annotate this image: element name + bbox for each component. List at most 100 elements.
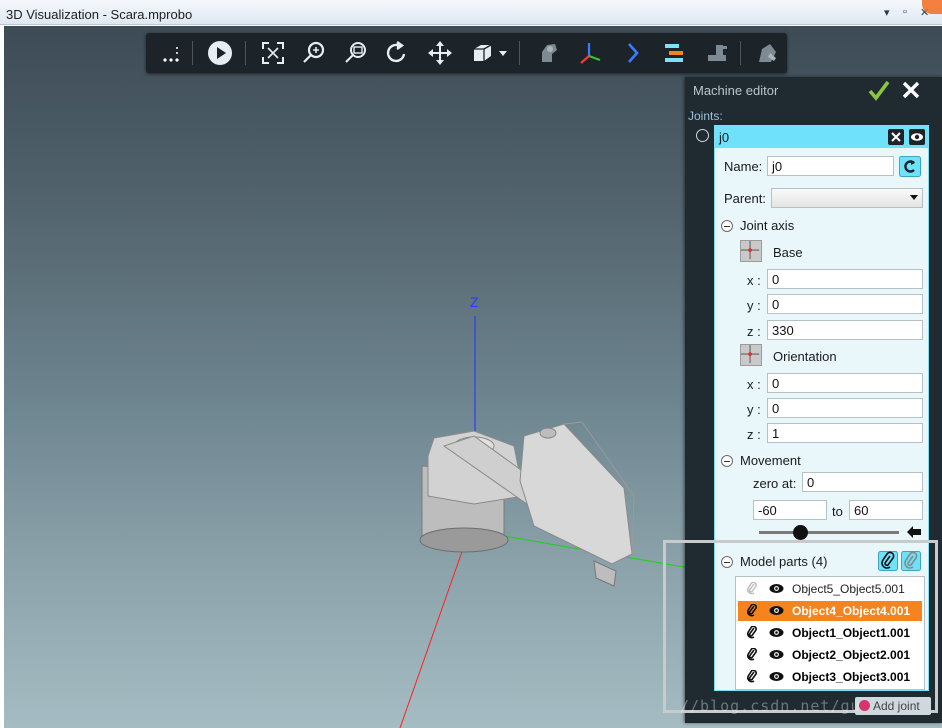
parent-dropdown[interactable] bbox=[771, 188, 923, 208]
part-row[interactable]: Object5_Object5.001 bbox=[738, 579, 922, 599]
toolbar-separator bbox=[519, 41, 520, 65]
toolbar-separator bbox=[245, 41, 246, 65]
joint-header-name: j0 bbox=[719, 130, 730, 145]
delete-joint-icon[interactable] bbox=[888, 129, 904, 145]
part-row[interactable]: Object1_Object1.001 bbox=[738, 623, 922, 643]
more-icon[interactable] bbox=[156, 38, 186, 68]
joint-header[interactable]: j0 bbox=[715, 126, 928, 148]
part-icon[interactable] bbox=[752, 38, 782, 68]
eye-icon[interactable] bbox=[769, 605, 784, 616]
add-icon bbox=[859, 700, 870, 711]
minimize-button[interactable]: ▾ bbox=[884, 6, 890, 19]
joints-label: Joints: bbox=[688, 109, 723, 123]
scara-robot-model bbox=[419, 421, 635, 587]
z-axis-label: Z bbox=[470, 294, 479, 310]
base-target-icon[interactable] bbox=[740, 240, 762, 262]
movement-label: Movement bbox=[740, 453, 801, 468]
add-joint-label: Add joint bbox=[873, 699, 920, 713]
base-label: Base bbox=[773, 245, 803, 260]
base-z-field[interactable]: 330 bbox=[767, 320, 923, 340]
robot-icon[interactable] bbox=[534, 38, 564, 68]
timeline-icon[interactable] bbox=[659, 38, 689, 68]
joint-axis-label: Joint axis bbox=[740, 218, 795, 233]
toolbar bbox=[146, 33, 787, 73]
collapse-model-parts-icon[interactable] bbox=[721, 556, 733, 568]
paperclip-icon[interactable] bbox=[746, 626, 759, 639]
range-min-field[interactable]: -60 bbox=[753, 500, 827, 520]
joint-slider-thumb[interactable] bbox=[792, 525, 808, 540]
parent-label: Parent: bbox=[724, 191, 766, 206]
zoom-icon[interactable] bbox=[299, 38, 329, 68]
arrow-left-icon[interactable] bbox=[907, 526, 921, 538]
paperclip-icon[interactable] bbox=[746, 582, 759, 595]
orientation-x-label: x : bbox=[747, 377, 761, 392]
frame-axes-icon[interactable] bbox=[575, 38, 605, 68]
orientation-z-field[interactable]: 1 bbox=[767, 423, 923, 443]
part-name: Object3_Object3.001 bbox=[792, 670, 911, 684]
part-row[interactable]: Object3_Object3.001 bbox=[738, 667, 922, 687]
reset-name-icon[interactable] bbox=[899, 156, 921, 177]
orientation-z-label: z : bbox=[747, 427, 761, 442]
zero-at-label: zero at: bbox=[753, 476, 797, 491]
orientation-label: Orientation bbox=[773, 349, 837, 364]
eye-icon[interactable] bbox=[769, 627, 784, 638]
view-cube-icon[interactable] bbox=[467, 38, 497, 68]
attach-all-icon[interactable] bbox=[878, 551, 898, 571]
eye-icon[interactable] bbox=[769, 671, 784, 682]
orientation-x-field[interactable]: 0 bbox=[767, 373, 923, 393]
close-editor-icon[interactable] bbox=[901, 80, 921, 100]
part-name: Object2_Object2.001 bbox=[792, 648, 911, 662]
eye-icon[interactable] bbox=[769, 583, 784, 594]
zoom-window-icon[interactable] bbox=[341, 38, 371, 68]
toolbar-separator bbox=[192, 41, 193, 65]
base-y-field[interactable]: 0 bbox=[767, 294, 923, 314]
maximize-button[interactable]: ▫ bbox=[903, 6, 907, 18]
brand-corner-icon bbox=[922, 0, 942, 14]
range-to-label: to bbox=[832, 504, 843, 519]
base-y-label: y : bbox=[747, 298, 761, 313]
rotate-icon[interactable] bbox=[382, 38, 412, 68]
editor-title: Machine editor bbox=[693, 83, 779, 98]
toolbar-separator bbox=[740, 41, 741, 65]
confirm-check-icon[interactable] bbox=[868, 79, 890, 101]
part-row[interactable]: Object2_Object2.001 bbox=[738, 645, 922, 665]
name-label: Name: bbox=[724, 159, 763, 174]
range-max-field[interactable]: 60 bbox=[849, 500, 923, 520]
model-parts-list: Object5_Object5.001 Object4_Object4.001 … bbox=[735, 576, 925, 690]
chevron-right-icon[interactable] bbox=[618, 38, 648, 68]
orientation-y-label: y : bbox=[747, 402, 761, 417]
orientation-target-icon[interactable] bbox=[740, 344, 762, 366]
chevron-down-icon[interactable] bbox=[496, 38, 510, 68]
part-row-selected[interactable]: Object4_Object4.001 bbox=[738, 601, 922, 621]
window-title: 3D Visualization - Scara.mprobo bbox=[6, 7, 193, 22]
name-field[interactable]: j0 bbox=[767, 156, 894, 176]
eye-icon[interactable] bbox=[769, 649, 784, 660]
fit-view-icon[interactable] bbox=[258, 38, 288, 68]
joint-select-radio[interactable] bbox=[696, 129, 709, 142]
tool-icon[interactable] bbox=[702, 38, 732, 68]
base-x-field[interactable]: 0 bbox=[767, 269, 923, 289]
x-axis-line bbox=[399, 545, 465, 728]
orientation-y-field[interactable]: 0 bbox=[767, 398, 923, 418]
pan-icon[interactable] bbox=[425, 38, 455, 68]
play-icon[interactable] bbox=[205, 38, 235, 68]
machine-editor-panel: Machine editor Joints: j0 Name: j0 Paren… bbox=[685, 77, 942, 723]
visibility-eye-icon[interactable] bbox=[909, 129, 925, 145]
collapse-joint-axis-icon[interactable] bbox=[721, 220, 733, 232]
part-name: Object5_Object5.001 bbox=[792, 582, 905, 596]
chevron-down-icon bbox=[910, 195, 918, 200]
zero-at-field[interactable]: 0 bbox=[802, 472, 923, 492]
base-z-label: z : bbox=[747, 324, 761, 339]
paperclip-icon[interactable] bbox=[746, 648, 759, 661]
part-name: Object1_Object1.001 bbox=[792, 626, 911, 640]
detach-all-icon[interactable] bbox=[901, 551, 921, 571]
collapse-movement-icon[interactable] bbox=[721, 455, 733, 467]
base-x-label: x : bbox=[747, 273, 761, 288]
part-name: Object4_Object4.001 bbox=[792, 604, 911, 618]
joint-slider-track[interactable] bbox=[759, 531, 899, 534]
add-joint-button[interactable]: Add joint bbox=[855, 697, 931, 715]
paperclip-icon[interactable] bbox=[746, 604, 759, 617]
model-parts-label: Model parts (4) bbox=[740, 554, 828, 569]
window-title-bar: 3D Visualization - Scara.mprobo ▾ ▫ ✕ bbox=[0, 0, 942, 25]
paperclip-icon[interactable] bbox=[746, 670, 759, 683]
